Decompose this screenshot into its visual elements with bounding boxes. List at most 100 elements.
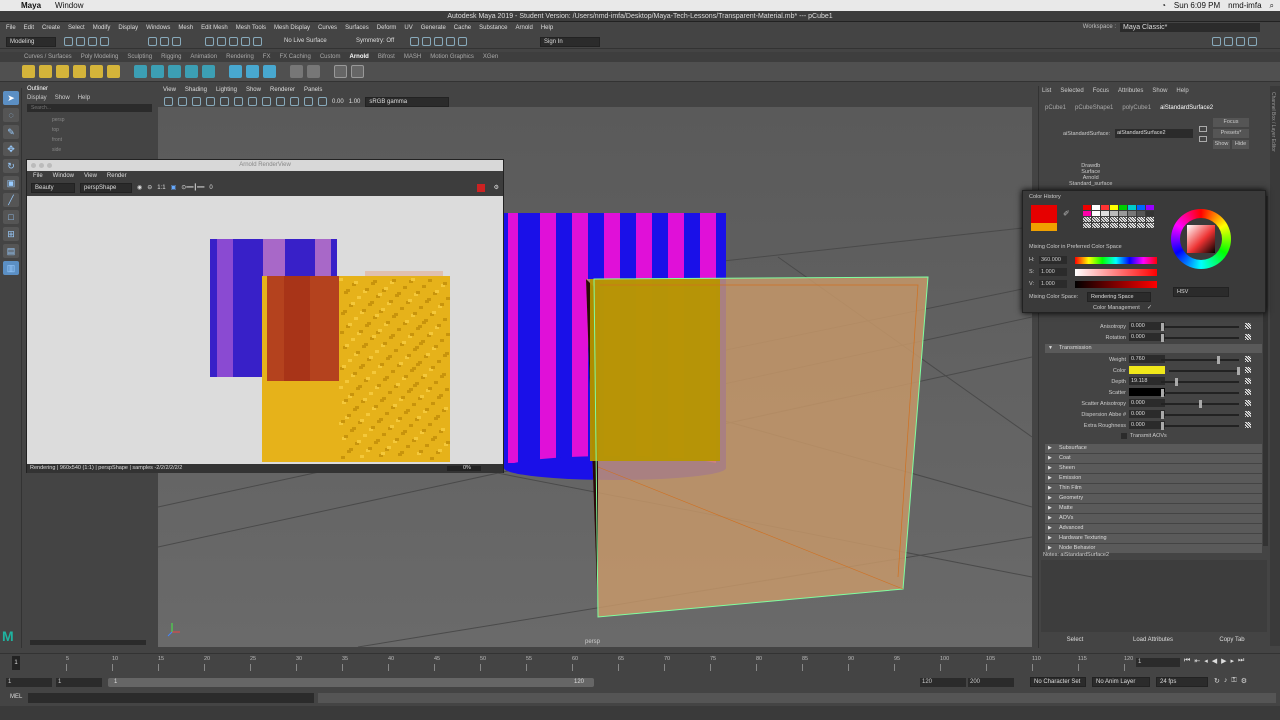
spot-light-icon[interactable] — [56, 65, 69, 78]
tool-settings-icon[interactable] — [1236, 37, 1245, 46]
playback-end-field[interactable]: 120 — [920, 678, 966, 687]
current-frame-field[interactable]: 1 — [1136, 658, 1180, 667]
textured-icon[interactable] — [262, 97, 271, 106]
ae-load-attributes-button[interactable]: Load Attributes — [1112, 634, 1194, 647]
color-space-select[interactable]: sRGB gamma — [365, 96, 450, 107]
section-subsurface[interactable]: Subsurface — [1045, 444, 1262, 453]
paint-select-icon[interactable]: ✎ — [3, 125, 19, 139]
play-back-icon[interactable]: ◀ — [1212, 657, 1217, 665]
mixing-space-select[interactable]: Rendering Space — [1087, 292, 1151, 302]
step-back-icon[interactable]: ◂ — [1204, 657, 1208, 665]
transmission-color-slider[interactable] — [1169, 367, 1240, 375]
rv-menu-window[interactable]: Window — [53, 173, 74, 179]
main-menu-display[interactable]: Display — [118, 25, 138, 31]
main-menu-substance[interactable]: Substance — [479, 25, 507, 31]
outliner-menu-help[interactable]: Help — [78, 95, 90, 101]
red-status-icon[interactable] — [477, 183, 485, 192]
main-menu-deform[interactable]: Deform — [377, 25, 397, 31]
single-view-icon[interactable]: □ — [3, 210, 19, 224]
move-tool-icon[interactable]: ✥ — [3, 142, 19, 156]
render-icon[interactable]: ◉ — [137, 184, 142, 191]
hue-slider[interactable] — [1075, 257, 1157, 264]
history-swatch[interactable] — [1101, 217, 1109, 222]
mode-select[interactable]: Modeling — [6, 37, 56, 47]
export-standin-icon[interactable] — [185, 65, 198, 78]
shelf-tab-poly-modeling[interactable]: Poly Modeling — [81, 54, 119, 60]
node-output-icon[interactable] — [1199, 136, 1207, 142]
wifi-icon[interactable]: ◔ — [1161, 1, 1166, 10]
render-view-titlebar[interactable]: Arnold RenderView — [27, 160, 503, 171]
step-back-key-icon[interactable]: ⇤ — [1194, 657, 1200, 665]
weight-map-icon[interactable] — [1245, 356, 1251, 362]
aov-select[interactable]: Beauty — [31, 182, 75, 193]
shelf-tab-fx[interactable]: FX — [263, 54, 271, 60]
history-swatch[interactable] — [1092, 217, 1100, 222]
screenshot-icon[interactable] — [351, 65, 364, 78]
anisotropy-field[interactable]: 0.000 — [1129, 322, 1165, 330]
history-swatch[interactable] — [1119, 223, 1127, 228]
snap-grid-icon[interactable] — [205, 37, 214, 46]
ae-menu-attributes[interactable]: Attributes — [1118, 88, 1143, 94]
main-menu-edit-mesh[interactable]: Edit Mesh — [201, 25, 228, 31]
outliner-menu-show[interactable]: Show — [55, 95, 70, 101]
workspace-select[interactable]: Maya Classic* — [1120, 23, 1260, 32]
color-wheel[interactable] — [1171, 209, 1231, 269]
shelf-tab-animation[interactable]: Animation — [190, 54, 217, 60]
anim-layer-select[interactable]: No Anim Layer — [1092, 677, 1150, 687]
presets-button[interactable]: Presets* — [1213, 129, 1249, 138]
render-settings-gear-icon[interactable]: ⚙ — [494, 184, 499, 191]
history-swatch[interactable] — [1083, 211, 1091, 216]
main-menu-arnold[interactable]: Arnold — [516, 25, 533, 31]
history-swatch[interactable] — [1128, 205, 1136, 210]
animation-start-field[interactable]: 1 — [6, 678, 52, 687]
shadows-icon[interactable] — [290, 97, 299, 106]
crop-icon[interactable]: ▣ — [171, 184, 177, 191]
shelf-tab-custom[interactable]: Custom — [320, 54, 341, 60]
shelf-tab-motion-graphics[interactable]: Motion Graphics — [430, 54, 474, 60]
extra-roughness-field[interactable]: 0.000 — [1129, 421, 1165, 429]
tab-pcube1[interactable]: pCube1 — [1045, 105, 1066, 111]
eyedropper-icon[interactable]: ✐ — [1063, 209, 1073, 219]
h-field[interactable]: 360.000 — [1039, 256, 1067, 264]
main-menu-cache[interactable]: Cache — [454, 25, 471, 31]
outliner-item-top[interactable]: top — [24, 125, 155, 135]
time-slider[interactable]: 1 5 10 15 20 25 30 35 40 45 50 55 60 65 70 75 80 85 90 95 1… — [0, 653, 1280, 673]
dispersion-map-icon[interactable] — [1245, 411, 1251, 417]
layout-active-icon[interactable]: ▥ — [3, 261, 19, 275]
select-tool-icon[interactable]: ➤ — [3, 91, 19, 105]
mel-input[interactable] — [28, 693, 314, 703]
save-icon[interactable] — [76, 37, 85, 46]
history-swatch[interactable] — [1128, 211, 1136, 216]
close-icon[interactable] — [31, 163, 36, 168]
snap-view-icon[interactable] — [241, 37, 250, 46]
select-object-icon[interactable] — [160, 37, 169, 46]
history-swatch[interactable] — [1101, 211, 1109, 216]
history-swatch[interactable] — [1146, 211, 1154, 216]
maximize-icon[interactable] — [47, 163, 52, 168]
smooth-shade-icon[interactable] — [248, 97, 257, 106]
history-swatch[interactable] — [1128, 223, 1136, 228]
shelf-tab-curves-surfaces[interactable]: Curves / Surfaces — [24, 54, 72, 60]
show-button[interactable]: Show — [1213, 140, 1230, 149]
sign-in-button[interactable]: Sign In — [540, 37, 600, 47]
current-color-swatch[interactable] — [1031, 205, 1057, 223]
tab-aistandardsurface2[interactable]: aiStandardSurface2 — [1160, 105, 1213, 111]
snap-point-icon[interactable] — [229, 37, 238, 46]
saturation-slider[interactable] — [1075, 269, 1157, 276]
undo-icon[interactable] — [88, 37, 97, 46]
area-light-icon[interactable] — [39, 65, 52, 78]
rotation-field[interactable]: 0.000 — [1129, 333, 1165, 341]
ipr-icon[interactable] — [422, 37, 431, 46]
main-menu-file[interactable]: File — [6, 25, 16, 31]
go-end-icon[interactable]: ⏭ — [1238, 657, 1244, 665]
shader-icon[interactable] — [263, 65, 276, 78]
user-name[interactable]: nmd-imfa — [1228, 1, 1261, 10]
shelf-tab-fx-caching[interactable]: FX Caching — [279, 54, 310, 60]
history-swatch[interactable] — [1146, 205, 1154, 210]
play-icon[interactable]: ▶ — [1221, 657, 1226, 665]
hide-button[interactable]: Hide — [1232, 140, 1249, 149]
render-view-shelf-icon[interactable] — [229, 65, 242, 78]
node-name-field[interactable]: aiStandardSurface2 — [1115, 129, 1193, 138]
snap-curve-icon[interactable] — [217, 37, 226, 46]
main-menu-mesh-tools[interactable]: Mesh Tools — [236, 25, 266, 31]
